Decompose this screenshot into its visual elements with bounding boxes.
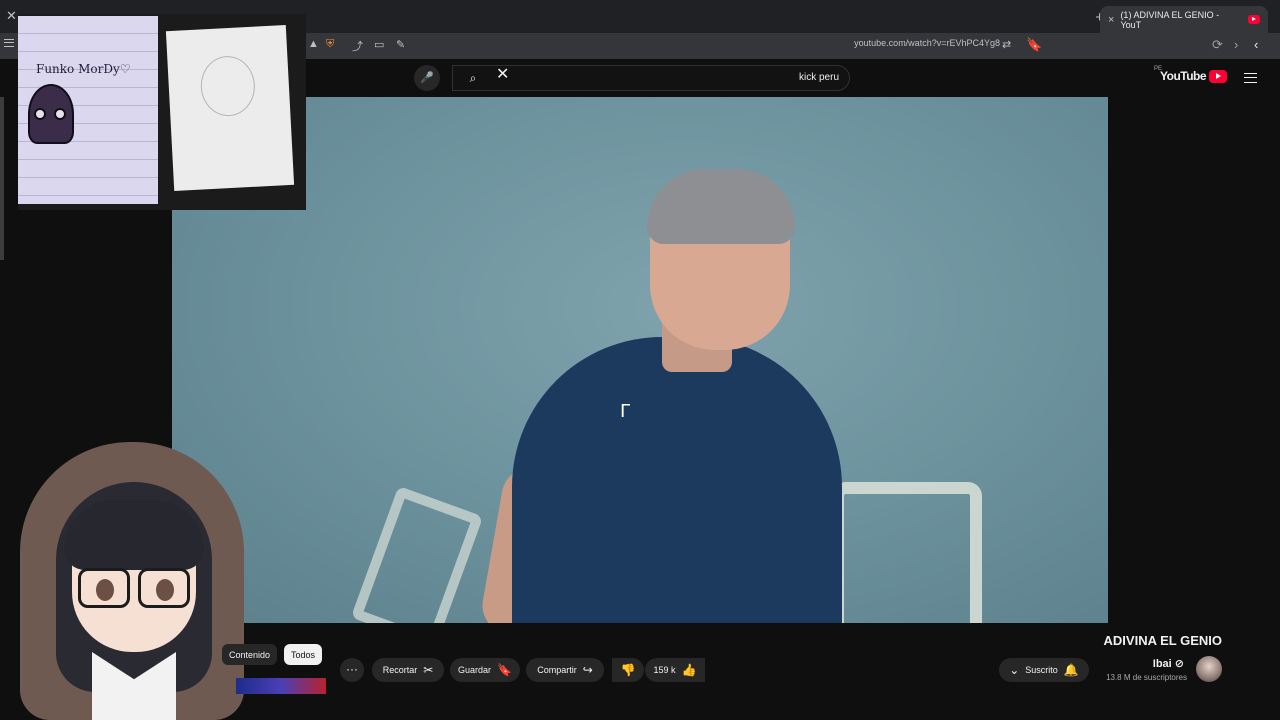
- guide-menu-icon[interactable]: [1244, 73, 1257, 83]
- save-label: Guardar: [458, 665, 492, 675]
- clip-label: Recortar: [382, 665, 418, 675]
- search-input[interactable]: kick peru: [452, 65, 850, 91]
- video-person-body: [512, 337, 842, 623]
- youtube-wordmark: YouTube: [1160, 69, 1207, 83]
- save-button[interactable]: Guardar 🔖: [450, 658, 520, 682]
- dislike-button[interactable]: 👎: [612, 658, 644, 682]
- voice-search-mic-icon[interactable]: 🎤: [414, 65, 440, 91]
- subscriber-count: 13.8 M de suscriptores: [1106, 673, 1187, 682]
- avatar-eye-right: [156, 579, 174, 601]
- related-video-thumbnail[interactable]: [236, 678, 326, 694]
- url-bar[interactable]: youtube.com/watch?v=rEVhPC4Yg8: [700, 38, 1000, 48]
- tab-close-icon[interactable]: ×: [1108, 14, 1114, 26]
- shirt-logo-icon: ᒣ: [620, 401, 631, 421]
- like-icon: 👍: [681, 663, 697, 677]
- tab-title: (1) ADIVINA EL GENIO - YouT: [1120, 9, 1220, 30]
- video-title: ADIVINA EL GENIO: [1103, 633, 1222, 648]
- video-chair-right: [832, 482, 982, 623]
- drawing-paper-sketch: [165, 24, 295, 192]
- search-query-text: kick peru: [798, 72, 839, 83]
- like-button[interactable]: 159 k 👍: [645, 658, 705, 682]
- pencil-sketch-face: [199, 54, 257, 118]
- dislike-icon: 👎: [620, 663, 636, 677]
- vtuber-avatar: [20, 442, 264, 720]
- subscribed-button[interactable]: ⌄ Suscrito 🔔: [999, 658, 1089, 682]
- bookmark-icon[interactable]: 🔖: [1026, 37, 1042, 53]
- clear-search-icon[interactable]: ✕: [496, 64, 509, 84]
- youtube-play-icon: [1209, 69, 1228, 83]
- avatar-eye-left: [96, 579, 114, 601]
- like-count: 159 k: [653, 665, 676, 675]
- screen-icon[interactable]: ▭: [374, 38, 384, 51]
- site-info-icon[interactable]: ⇄: [1002, 38, 1011, 51]
- avatar-hair: [64, 500, 204, 570]
- edit-icon[interactable]: ✎: [396, 38, 405, 51]
- avatar-glasses-right: [138, 568, 190, 608]
- share-page-icon[interactable]: ⤴: [352, 38, 363, 54]
- drawing-paper-funko: Funko MorDy♡: [18, 16, 158, 204]
- chip-content[interactable]: Contenido: [222, 644, 278, 665]
- video-player[interactable]: ᒣ: [172, 97, 1108, 623]
- chevron-down-icon: ⌄: [1009, 663, 1020, 677]
- browser-menu-icon[interactable]: [4, 39, 14, 47]
- more-actions-button[interactable]: ···: [340, 658, 364, 682]
- share-button[interactable]: Compartir ↪: [526, 658, 604, 682]
- reload-icon[interactable]: ⟳: [1212, 37, 1223, 53]
- brave-shield-icon[interactable]: ⛨: [326, 38, 334, 51]
- share-icon: ↪: [582, 663, 593, 677]
- scissors-icon: ✂: [423, 663, 434, 677]
- channel-avatar[interactable]: [1196, 656, 1222, 682]
- share-label: Compartir: [537, 665, 577, 675]
- drawing-caption: Funko MorDy♡: [36, 62, 131, 76]
- back-icon[interactable]: ‹: [1254, 37, 1258, 52]
- avatar-glasses-left: [78, 568, 130, 608]
- chip-all[interactable]: Todos: [284, 644, 323, 665]
- youtube-logo[interactable]: YouTube PE: [1154, 66, 1228, 83]
- subscribed-label: Suscrito: [1025, 665, 1058, 675]
- funko-doodle: [28, 84, 74, 144]
- region-code: PE: [1154, 66, 1163, 72]
- clip-button[interactable]: Recortar ✂: [372, 658, 444, 682]
- save-icon: 🔖: [497, 663, 512, 677]
- drawings-overlay: Funko MorDy♡: [18, 14, 306, 210]
- extension-warning-icon[interactable]: ▲: [308, 38, 319, 50]
- doodle-eye-right: [54, 108, 66, 120]
- window-close-icon[interactable]: ✕: [6, 8, 17, 24]
- browser-tab-active[interactable]: (1) ADIVINA EL GENIO - YouT ×: [1100, 6, 1268, 33]
- youtube-favicon-icon: [1248, 15, 1260, 24]
- bell-icon: 🔔: [1063, 663, 1079, 677]
- channel-name[interactable]: Ibai ⊘: [1153, 657, 1184, 670]
- search-icon[interactable]: ⌕: [454, 66, 492, 90]
- video-person-hair: [647, 169, 795, 244]
- video-chair-left: [350, 485, 484, 623]
- doodle-eye-left: [34, 108, 46, 120]
- forward-icon[interactable]: ›: [1234, 37, 1238, 52]
